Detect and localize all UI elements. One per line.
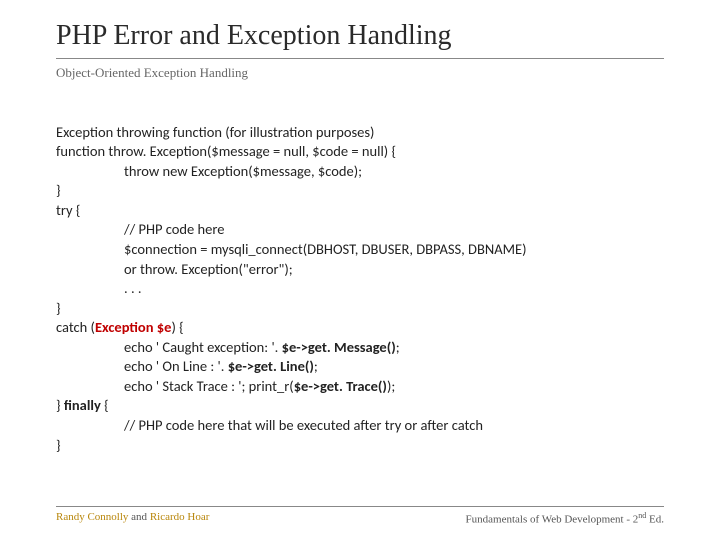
code-line: function throw. Exception($message = nul… xyxy=(56,142,396,160)
code-line: Exception throwing function (for illustr… xyxy=(56,123,374,141)
code-line: $connection = mysqli_connect(DBHOST, DBU… xyxy=(56,240,527,260)
code-line: echo ' On Line : '. $e->get. Line(); xyxy=(56,357,318,377)
code-line: echo ' Stack Trace : '; print_r($e->get.… xyxy=(56,377,395,397)
code-line: . . . xyxy=(56,279,142,299)
code-line: catch (Exception $e) { xyxy=(56,318,184,336)
code-line: // PHP code here xyxy=(56,220,224,240)
title-divider xyxy=(56,58,664,59)
slide-title: PHP Error and Exception Handling xyxy=(56,20,664,52)
code-line: } xyxy=(56,299,61,317)
slide-subtitle: Object-Oriented Exception Handling xyxy=(56,65,664,81)
footer-authors: Randy Connolly and Ricardo Hoar xyxy=(56,511,209,526)
code-block: Exception throwing function (for illustr… xyxy=(56,103,664,455)
code-line: throw new Exception($message, $code); xyxy=(56,162,362,182)
slide-footer: Randy Connolly and Ricardo Hoar Fundamen… xyxy=(56,506,664,526)
code-line: } xyxy=(56,436,61,454)
code-line: echo ' Caught exception: '. $e->get. Mes… xyxy=(56,338,400,358)
author-name: Randy Connolly xyxy=(56,511,128,523)
code-line: // PHP code here that will be executed a… xyxy=(56,416,483,436)
code-line: } finally { xyxy=(56,396,109,414)
footer-divider xyxy=(56,506,664,507)
code-line: or throw. Exception("error"); xyxy=(56,260,293,280)
footer-book: Fundamentals of Web Development - 2nd Ed… xyxy=(466,511,664,526)
code-line: try { xyxy=(56,201,80,219)
author-name: Ricardo Hoar xyxy=(150,511,210,523)
code-line: } xyxy=(56,181,61,199)
